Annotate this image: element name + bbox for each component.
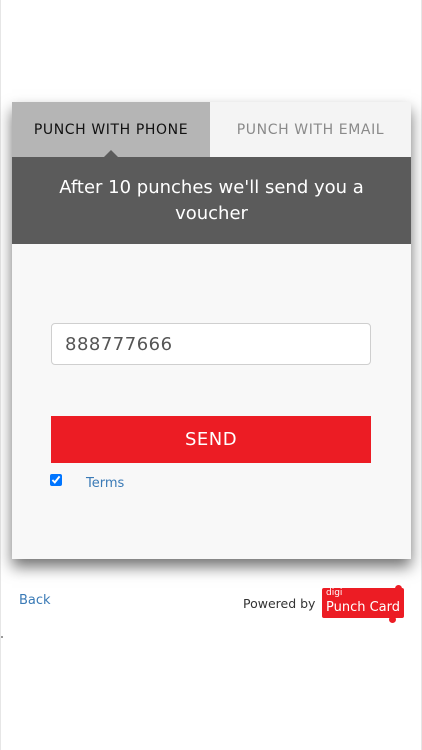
send-button[interactable]: SEND — [51, 416, 371, 463]
voucher-banner: After 10 punches we'll send you a vouche… — [12, 157, 411, 244]
phone-input[interactable] — [51, 323, 371, 365]
back-link[interactable]: Back — [19, 593, 51, 608]
tab-punch-with-email[interactable]: PUNCH WITH EMAIL — [210, 102, 411, 157]
logo-main-text: Punch Card — [326, 600, 401, 615]
logo-dot-icon — [395, 585, 402, 592]
digi-punch-card-logo[interactable]: digi Punch Card — [322, 585, 404, 623]
page-artifact — [1, 636, 3, 638]
powered-by-label: Powered by — [243, 596, 316, 611]
active-tab-arrow-icon — [104, 150, 118, 157]
logo-small-text: digi — [326, 588, 343, 598]
terms-checkbox[interactable] — [50, 474, 62, 486]
terms-link[interactable]: Terms — [86, 476, 124, 491]
punch-method-tabs: PUNCH WITH PHONE PUNCH WITH EMAIL — [12, 102, 411, 157]
tab-phone-label: PUNCH WITH PHONE — [33, 121, 189, 138]
punch-card-panel: PUNCH WITH PHONE PUNCH WITH EMAIL After … — [12, 102, 411, 559]
tab-punch-with-phone[interactable]: PUNCH WITH PHONE — [12, 102, 210, 157]
logo-dot-icon — [389, 616, 396, 623]
voucher-banner-text: After 10 punches we'll send you a vouche… — [59, 177, 364, 224]
tab-email-label: PUNCH WITH EMAIL — [236, 121, 385, 138]
